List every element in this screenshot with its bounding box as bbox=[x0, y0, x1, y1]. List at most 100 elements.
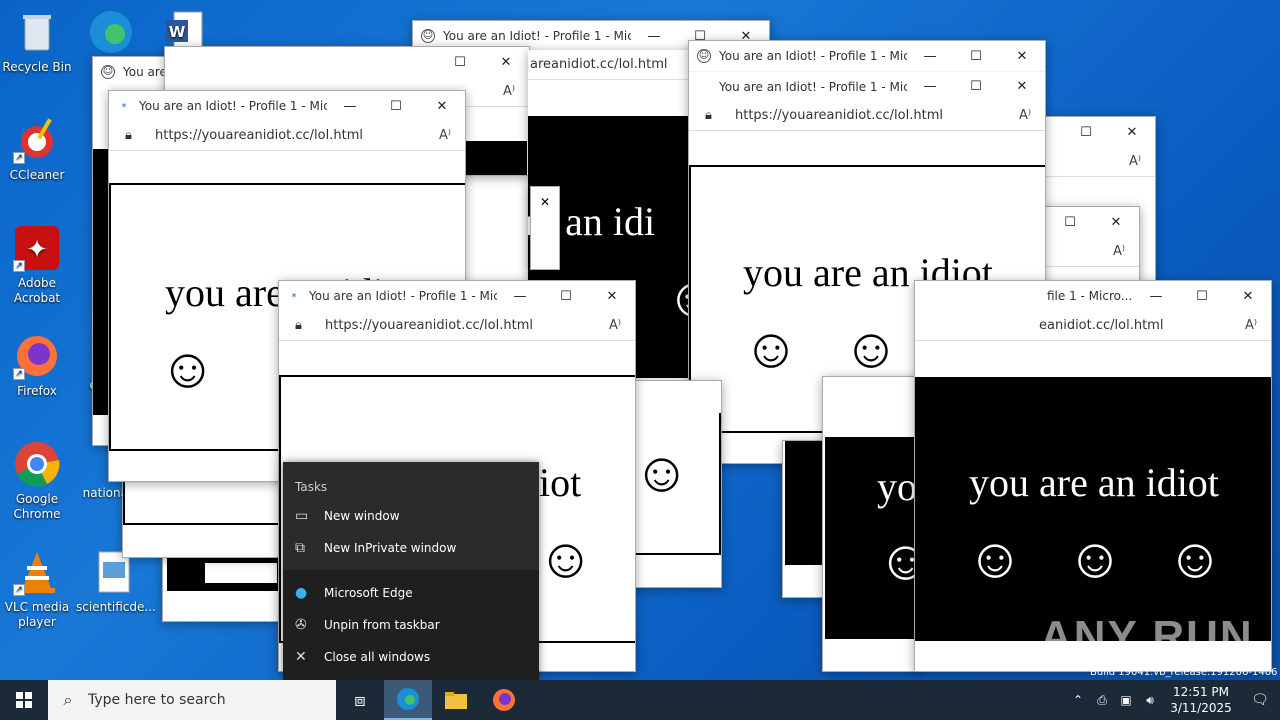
jump-item-new-inprivate-window[interactable]: ⧉ New InPrivate window bbox=[283, 532, 539, 564]
title-bar[interactable]: ☺ You are an Idiot! - Profile 1 - Micro.… bbox=[689, 41, 1045, 71]
read-aloud-icon[interactable]: A⁾ bbox=[1099, 244, 1139, 259]
url-text[interactable]: https://youareanidiot.cc/lol.html bbox=[735, 108, 1005, 123]
address-bar[interactable]: 🔒︎ https://youareanidiot.cc/lol.html A⁾ bbox=[109, 121, 465, 151]
desktop-icon-chrome[interactable]: Google Chrome bbox=[0, 440, 74, 522]
minimize-button[interactable]: — bbox=[497, 289, 543, 304]
maximize-button[interactable]: ☐ bbox=[543, 289, 589, 304]
url-text[interactable]: eanidiot.cc/lol.html bbox=[1039, 318, 1231, 333]
desktop-icon-recycle-bin[interactable]: Recycle Bin bbox=[0, 8, 74, 75]
jump-item-label: New InPrivate window bbox=[324, 541, 457, 555]
title-bar[interactable]: ⁎ You are an Idiot! - Profile 1 - Micro.… bbox=[279, 281, 635, 311]
title-bar[interactable]: ⁎ You are an Idiot! - Profile 1 - Micro.… bbox=[109, 91, 465, 121]
volume-icon[interactable]: 🔊︎ bbox=[1138, 693, 1162, 708]
read-aloud-icon[interactable]: A⁾ bbox=[489, 84, 529, 99]
vlc-icon: ↗ bbox=[13, 548, 61, 596]
taskbar-search-box[interactable]: ⌕ Type here to search bbox=[48, 680, 336, 720]
minimize-button[interactable]: — bbox=[1133, 289, 1179, 304]
browser-window-fragment[interactable]: ✕ bbox=[530, 186, 560, 270]
read-aloud-icon[interactable]: A⁾ bbox=[1115, 154, 1155, 169]
desktop-icon-scientific[interactable]: scientificde... bbox=[76, 548, 156, 615]
edge-jump-list: Tasks ▭ New window ⧉ New InPrivate windo… bbox=[283, 462, 539, 680]
task-view-button[interactable]: ⧈ bbox=[336, 680, 384, 720]
browser-window[interactable]: ☺ bbox=[630, 380, 722, 588]
windows-logo-icon bbox=[16, 692, 32, 708]
svg-text:W: W bbox=[169, 23, 186, 41]
minimize-button[interactable]: — bbox=[327, 99, 373, 114]
smiley-row: ☺ ☺ ☺ bbox=[945, 531, 1245, 587]
desktop: Recycle Bin ↗ CCleaner ✦ ↗ Adobe Acrobat… bbox=[0, 0, 1280, 680]
close-button[interactable]: ✕ bbox=[1093, 215, 1139, 230]
smiley-face-icon: ☺ bbox=[1166, 528, 1224, 590]
read-aloud-icon[interactable]: A⁾ bbox=[1231, 318, 1271, 333]
title-bar[interactable]: file 1 - Micro... — ☐ ✕ bbox=[915, 281, 1271, 311]
inprivate-icon: ⧉ bbox=[295, 540, 305, 556]
maximize-button[interactable]: ☐ bbox=[373, 99, 419, 114]
chrome-icon bbox=[13, 440, 61, 488]
taskbar-firefox-button[interactable] bbox=[480, 680, 528, 720]
network-icon[interactable]: ▣ bbox=[1114, 693, 1138, 707]
idiot-text: iot bbox=[539, 460, 582, 505]
close-button[interactable]: ✕ bbox=[999, 49, 1045, 64]
shortcut-arrow-icon: ↗ bbox=[13, 260, 25, 272]
edge-dev-favicon-icon: ⁎ bbox=[121, 99, 127, 110]
jump-item-label: Close all windows bbox=[324, 650, 431, 664]
edge-dev-favicon-icon: ⁎ bbox=[291, 289, 297, 300]
anyrun-watermark: ANY RUN bbox=[1040, 612, 1254, 661]
maximize-button[interactable]: ☐ bbox=[953, 49, 999, 64]
device-icon[interactable]: ⎙ bbox=[1090, 693, 1114, 708]
edge-icon bbox=[87, 8, 135, 56]
jump-item-close-all[interactable]: ✕ Close all windows bbox=[283, 641, 539, 673]
smiley-face-icon: ☺ bbox=[966, 528, 1024, 590]
jump-item-label: Microsoft Edge bbox=[324, 586, 413, 600]
desktop-icon-vlc[interactable]: ↗ VLC media player bbox=[0, 548, 74, 630]
title-bar[interactable]: ☐ ✕ bbox=[165, 47, 529, 77]
taskbar-file-explorer-button[interactable] bbox=[432, 680, 480, 720]
jump-item-microsoft-edge[interactable]: ● Microsoft Edge bbox=[283, 577, 539, 609]
minimize-button[interactable]: — bbox=[631, 29, 677, 44]
chevron-up-icon[interactable]: ⌃ bbox=[1066, 693, 1090, 707]
read-aloud-icon[interactable]: A⁾ bbox=[1005, 108, 1045, 123]
close-button[interactable]: ✕ bbox=[419, 99, 465, 114]
start-button[interactable] bbox=[0, 680, 48, 720]
maximize-button[interactable]: ☐ bbox=[953, 79, 999, 94]
close-icon: ✕ bbox=[295, 649, 307, 665]
address-bar[interactable]: eanidiot.cc/lol.html A⁾ bbox=[915, 311, 1271, 341]
taskbar-edge-button[interactable] bbox=[384, 680, 432, 720]
minimize-button[interactable]: — bbox=[907, 79, 953, 94]
clock[interactable]: 12:51 PM 3/11/2025 bbox=[1162, 684, 1240, 716]
close-button[interactable]: ✕ bbox=[483, 55, 529, 70]
close-button[interactable]: ✕ bbox=[1225, 289, 1271, 304]
smiley-favicon-icon: ☺ bbox=[697, 49, 711, 63]
close-button[interactable]: ✕ bbox=[589, 289, 635, 304]
address-bar[interactable]: 🔒︎ https://youareanidiot.cc/lol.html A⁾ bbox=[279, 311, 635, 341]
maximize-button[interactable]: ☐ bbox=[1179, 289, 1225, 304]
close-button[interactable]: ✕ bbox=[999, 79, 1045, 94]
address-bar[interactable]: areanidiot.cc/lol.html bbox=[528, 50, 698, 80]
title-bar[interactable]: You are an Idiot! - Profile 1 - Micro...… bbox=[689, 71, 1045, 101]
desktop-icon-ccleaner[interactable]: ↗ CCleaner bbox=[0, 116, 74, 183]
smiley-favicon-icon: ☺ bbox=[421, 29, 435, 43]
edge-icon bbox=[397, 688, 419, 710]
window-title: You are an Idiot! - Profile 1 - Micro... bbox=[309, 289, 497, 303]
close-button[interactable]: ✕ bbox=[1109, 125, 1155, 140]
url-text[interactable]: https://youareanidiot.cc/lol.html bbox=[325, 318, 595, 333]
search-icon: ⌕ bbox=[63, 690, 73, 709]
smiley-face-icon: ☺ bbox=[1066, 528, 1124, 590]
maximize-button[interactable]: ☐ bbox=[1063, 125, 1109, 140]
maximize-button[interactable]: ☐ bbox=[437, 55, 483, 70]
read-aloud-icon[interactable]: A⁾ bbox=[595, 318, 635, 333]
maximize-button[interactable]: ☐ bbox=[1047, 215, 1093, 230]
browser-window[interactable]: yo ☺ bbox=[822, 376, 922, 672]
clock-date: 3/11/2025 bbox=[1170, 701, 1232, 715]
notification-icon[interactable]: 🗨︎ bbox=[1240, 692, 1280, 708]
jump-item-unpin[interactable]: ✇ Unpin from taskbar bbox=[283, 609, 539, 641]
address-bar[interactable]: 🔒︎ https://youareanidiot.cc/lol.html A⁾ bbox=[689, 101, 1045, 131]
svg-text:✦: ✦ bbox=[26, 235, 48, 265]
minimize-button[interactable]: — bbox=[907, 49, 953, 64]
edge-icon: ● bbox=[295, 585, 308, 601]
jump-item-new-window[interactable]: ▭ New window bbox=[283, 500, 539, 532]
desktop-icon-acrobat[interactable]: ✦ ↗ Adobe Acrobat bbox=[0, 224, 74, 306]
read-aloud-icon[interactable]: A⁾ bbox=[425, 128, 465, 143]
close-button[interactable]: ✕ bbox=[531, 187, 559, 217]
url-text[interactable]: https://youareanidiot.cc/lol.html bbox=[155, 128, 425, 143]
